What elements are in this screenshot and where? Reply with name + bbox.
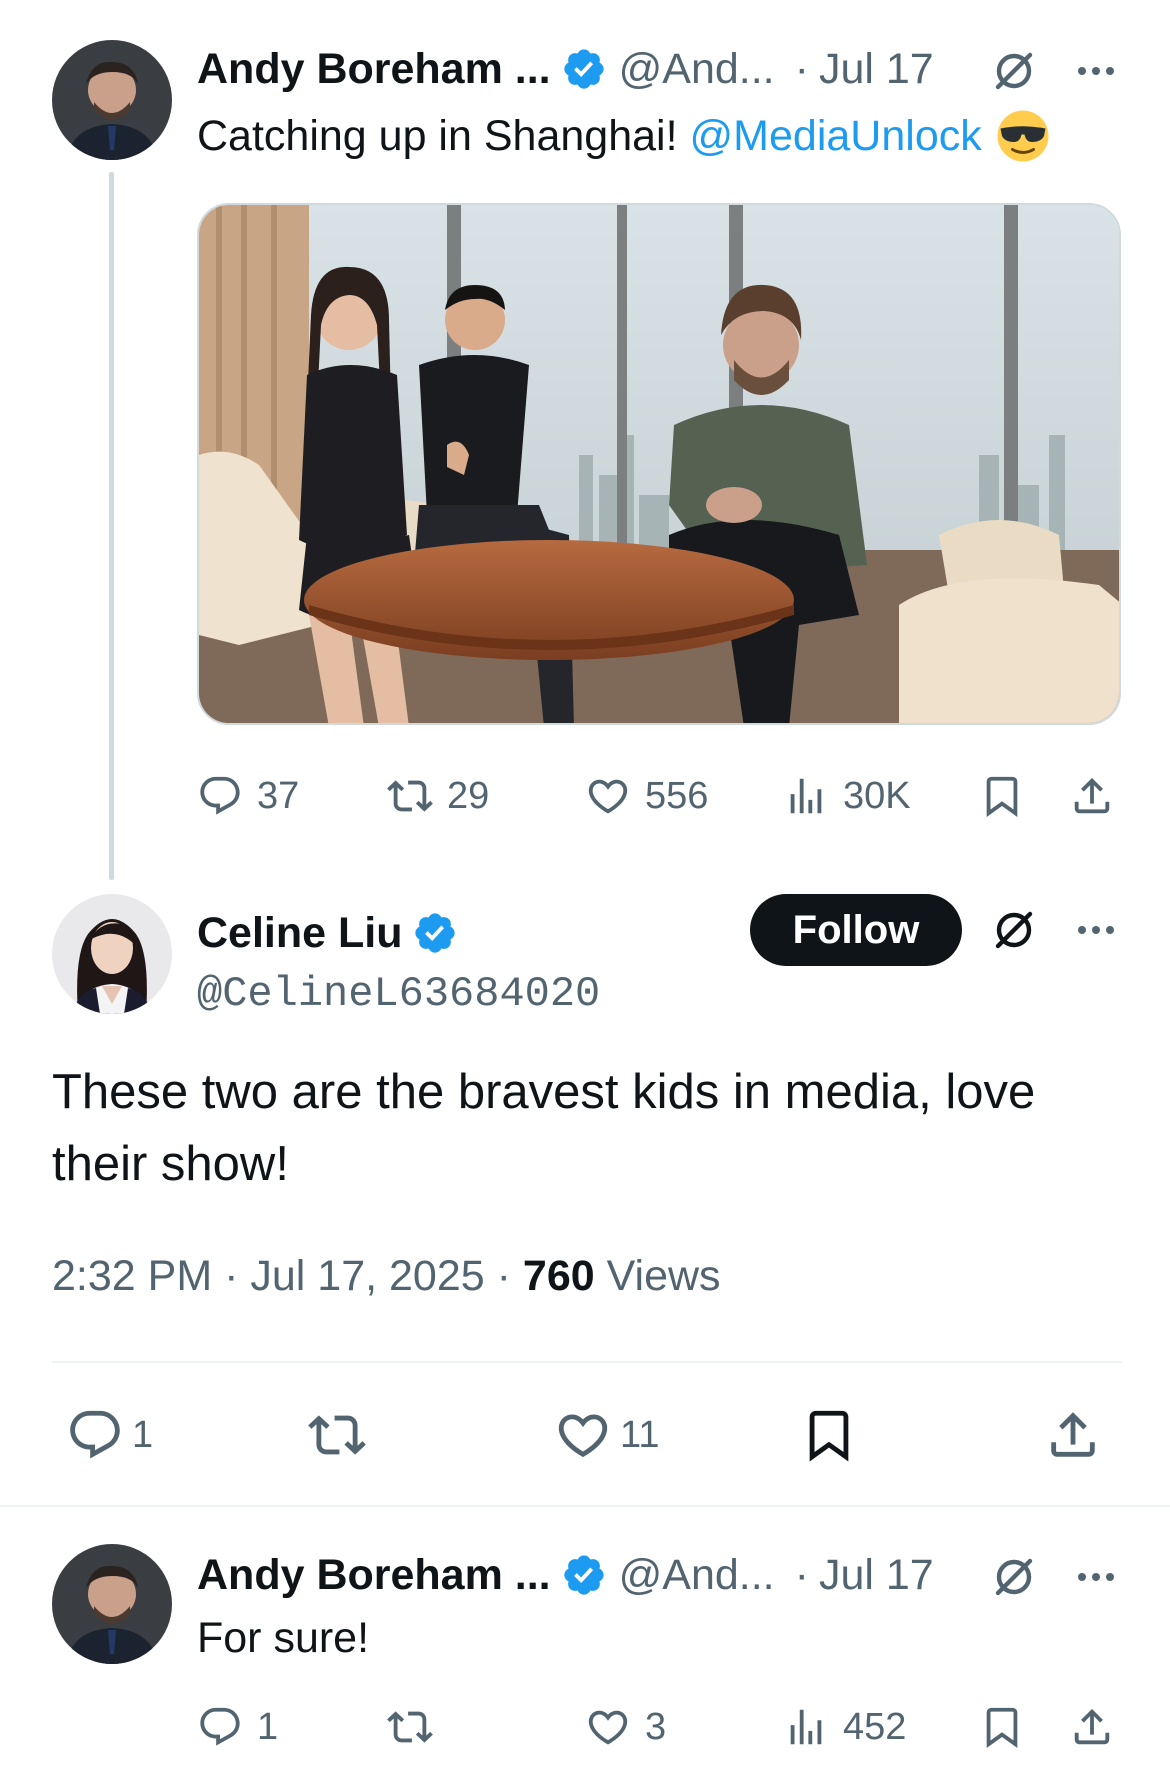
author-name[interactable]: Andy Boreham ... <box>197 45 551 94</box>
tweet-text-body: Catching up in Shanghai! <box>197 111 678 160</box>
reply-button[interactable]: 1 <box>197 1697 278 1757</box>
verified-badge-icon <box>561 46 607 92</box>
tweet-text: For sure! <box>197 1613 370 1662</box>
reply-button[interactable]: 37 <box>197 766 299 826</box>
tweet-actions: 37 29 556 30K <box>197 766 1121 826</box>
views-icon <box>790 778 822 814</box>
author-name[interactable]: Celine Liu <box>197 909 402 958</box>
bookmark-icon <box>986 776 1018 817</box>
verified-badge-icon <box>561 1552 607 1598</box>
like-count: 556 <box>645 774 709 817</box>
like-icon <box>588 779 628 814</box>
separator: · <box>224 1252 239 1300</box>
author-name[interactable]: Andy Boreham ... <box>197 1551 551 1600</box>
focused-tweet-actions: 1 11 <box>52 1402 1122 1468</box>
repost-button[interactable] <box>387 1697 433 1757</box>
more-icon[interactable] <box>1072 47 1120 95</box>
repost-count: 29 <box>447 774 490 817</box>
tweet-date[interactable]: Jul 17 <box>819 45 934 94</box>
share-icon <box>1051 1412 1095 1457</box>
share-icon <box>1074 1708 1110 1745</box>
views-button[interactable]: 30K <box>783 766 911 826</box>
bookmark-button[interactable] <box>979 766 1025 826</box>
avatar[interactable] <box>52 1544 172 1664</box>
like-count: 3 <box>645 1705 667 1748</box>
bookmark-icon <box>809 1410 849 1462</box>
tweet-time[interactable]: 2:32 PM <box>52 1252 212 1300</box>
tweet-date[interactable]: Jul 17, 2025 <box>250 1252 484 1300</box>
reply-button[interactable]: 1 <box>66 1402 153 1468</box>
bookmark-button[interactable] <box>800 1402 858 1468</box>
author-handle[interactable]: @And... <box>619 45 775 94</box>
tweet-reply[interactable]: Andy Boreham ... @And... · Jul 17 For su… <box>0 1507 1170 1781</box>
share-icon <box>1074 777 1110 814</box>
grok-icon[interactable] <box>990 906 1038 954</box>
repost-button[interactable]: 29 <box>387 766 489 826</box>
like-button[interactable]: 3 <box>585 1697 666 1757</box>
follow-button[interactable]: Follow <box>750 894 962 966</box>
tweet-photo[interactable] <box>197 203 1121 725</box>
reply-icon <box>70 1410 120 1459</box>
views-count: 452 <box>843 1705 907 1748</box>
share-button[interactable] <box>1069 1697 1115 1757</box>
share-button[interactable] <box>1044 1402 1102 1468</box>
separator: · <box>496 1252 511 1300</box>
tweet-date[interactable]: Jul 17 <box>819 1551 934 1600</box>
more-icon[interactable] <box>1072 1553 1120 1601</box>
tweet-actions: 1 3 452 <box>197 1697 1121 1757</box>
divider <box>52 1361 1122 1363</box>
views-count: 30K <box>843 774 911 817</box>
reply-count: 37 <box>257 774 300 817</box>
grok-icon[interactable] <box>990 47 1038 95</box>
author-handle[interactable]: @CelineL63684020 <box>197 966 600 1022</box>
tweet-meta: 2:32 PM · Jul 17, 2025 · 760 Views <box>52 1252 721 1301</box>
views-icon <box>790 1709 822 1745</box>
repost-button[interactable] <box>308 1402 366 1468</box>
avatar[interactable] <box>52 40 172 160</box>
separator: · <box>794 44 809 93</box>
like-count: 11 <box>620 1413 660 1456</box>
reply-icon <box>200 1707 240 1746</box>
views-button[interactable]: 452 <box>783 1697 906 1757</box>
views-count: 760 <box>522 1252 595 1300</box>
bookmark-button[interactable] <box>979 1697 1025 1757</box>
mention-link[interactable]: @MediaUnlock <box>690 112 982 161</box>
like-icon <box>558 1414 608 1458</box>
like-button[interactable]: 11 <box>554 1402 659 1468</box>
repost-icon <box>387 780 433 812</box>
tweet-text: Catching up in Shanghai! @MediaUnlock <box>197 106 1050 166</box>
avatar[interactable] <box>52 894 172 1014</box>
reply-count: 1 <box>257 1705 279 1748</box>
reply-icon <box>200 776 240 815</box>
focused-tweet-text: These two are the bravest kids in media,… <box>52 1065 1036 1191</box>
thread-line <box>109 172 114 880</box>
bookmark-icon <box>986 1707 1018 1748</box>
tweet-1[interactable]: Andy Boreham ... @And... · Jul 17 Catchi… <box>0 0 1170 880</box>
author-handle[interactable]: @And... <box>619 1551 775 1600</box>
sunglasses-emoji-icon <box>996 109 1050 163</box>
separator: · <box>794 1550 809 1599</box>
like-button[interactable]: 556 <box>585 766 708 826</box>
reply-count: 1 <box>132 1413 154 1456</box>
share-button[interactable] <box>1069 766 1115 826</box>
verified-badge-icon <box>412 910 458 956</box>
like-icon <box>588 1710 628 1745</box>
views-label: Views <box>606 1252 721 1300</box>
grok-icon[interactable] <box>990 1553 1038 1601</box>
more-icon[interactable] <box>1072 906 1120 954</box>
repost-icon <box>308 1415 366 1455</box>
repost-icon <box>387 1711 433 1743</box>
